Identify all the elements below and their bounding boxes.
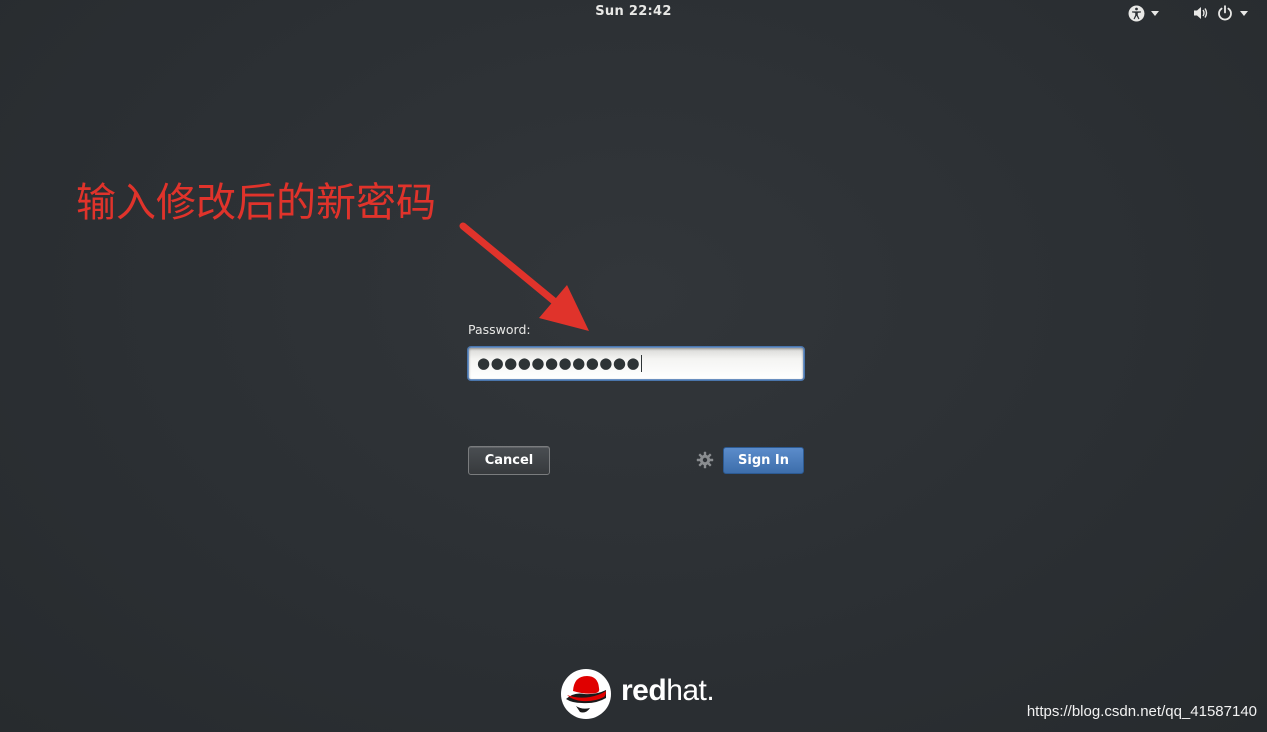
system-menu[interactable] [1193,3,1263,23]
redhat-wordmark: redhat. [621,674,715,707]
chevron-down-icon [1240,10,1248,16]
password-value: ●●●●●●●●●●●● [477,354,641,372]
sign-in-button[interactable]: Sign In [723,447,804,474]
annotation-text: 输入修改后的新密码 [76,180,436,226]
power-icon [1218,5,1232,21]
password-label: Password: [468,322,531,337]
cancel-button[interactable]: Cancel [468,446,550,475]
top-bar: Sun 22:42 [0,0,1267,26]
annotation-arrow-icon [459,222,589,331]
shadowman-icon [561,669,611,719]
volume-icon [1194,7,1208,19]
login-screen: Sun 22:42 输入修改后的新密码 Password: ●●●●●●●●●●… [0,0,1267,732]
accessibility-menu[interactable] [1128,3,1170,23]
accessibility-icon [1128,5,1145,21]
watermark-url: https://blog.csdn.net/qq_41587140 [1026,703,1257,720]
redhat-logo: redhat. [560,668,720,720]
password-field[interactable]: ●●●●●●●●●●●● [468,347,804,380]
clock[interactable]: Sun 22:42 [0,4,1267,19]
chevron-down-icon [1151,10,1159,16]
text-cursor [641,355,643,372]
gear-icon[interactable] [696,451,714,469]
